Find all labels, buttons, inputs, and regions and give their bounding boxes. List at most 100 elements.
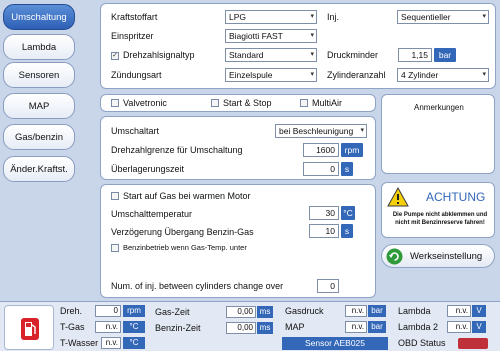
ueberlagerung-unit: s [341, 162, 353, 176]
zylinder-value: 4 Zylinder [401, 70, 439, 80]
tgas-unit: °C [123, 321, 145, 333]
einspritzer-label: Einspritzer [111, 31, 154, 41]
benzinzeit-label: Benzin-Zeit [155, 323, 201, 333]
kraftstoffart-select[interactable]: LPG ▾ [225, 10, 317, 24]
twasser-label: T-Wasser [60, 338, 99, 348]
sidebar-item-label: MAP [28, 100, 50, 112]
inj-select[interactable]: Sequentieller ▾ [397, 10, 489, 24]
lambda2-unit: V [472, 321, 486, 333]
sidebar-item-gas-benzin[interactable]: Gas/benzin [3, 124, 75, 150]
obd-label: OBD Status [398, 338, 446, 348]
benzinzeit-value: 0,00 [226, 322, 256, 334]
einspritzer-value: Biagiotti FAST [229, 31, 283, 41]
verzoegerung-value[interactable]: 10 [309, 224, 339, 238]
umschalttemperatur-unit: °C [341, 206, 355, 220]
dreh-unit: rpm [123, 305, 145, 317]
valvetronic-checkbox[interactable] [111, 99, 119, 107]
valvetronic-label: Valvetronic [123, 98, 167, 108]
druckminder-unit: bar [434, 48, 456, 62]
inj-value: Sequentieller [401, 12, 451, 22]
gaszeit-label: Gas-Zeit [155, 307, 190, 317]
umschaltart-select[interactable]: bei Beschleunigung ▾ [275, 124, 367, 138]
benzin-checkbox[interactable] [111, 244, 119, 252]
drehzahl-label: Drehzahlsignaltyp [123, 50, 195, 60]
lambda-value: n.v. [447, 305, 471, 317]
umschalttemperatur-value[interactable]: 30 [309, 206, 339, 220]
verzoegerung-unit: s [341, 224, 353, 238]
chevron-down-icon: ▾ [482, 13, 486, 20]
achtung-text: Die Pumpe nicht abklemmen und nicht mit … [392, 212, 488, 226]
inj-change-value[interactable]: 0 [317, 279, 339, 293]
sidebar-item-label: Änder.Kraftst. [10, 163, 68, 175]
general-settings-panel: Kraftstoffart LPG ▾ Inj. Sequentieller ▾ E… [100, 3, 496, 89]
werkseinstellung-label: Werkseinstellung [410, 251, 483, 262]
startstop-checkbox[interactable] [211, 99, 219, 107]
map-unit: bar [368, 321, 386, 333]
sidebar-item-label: Sensoren [18, 69, 60, 81]
gasdruck-value: n.v. [345, 305, 367, 317]
chevron-down-icon: ▾ [310, 51, 314, 58]
zylinder-select[interactable]: 4 Zylinder ▾ [397, 68, 489, 82]
chevron-down-icon: ▾ [310, 32, 314, 39]
gaszeit-unit: ms [257, 306, 273, 318]
sidebar-item-aender-kraftst[interactable]: Änder.Kraftst. [3, 156, 75, 182]
lambda2-label: Lambda 2 [398, 322, 439, 332]
achtung-panel: ACHTUNG Die Pumpe nicht abklemmen und ni… [381, 182, 495, 238]
lambda2-value: n.v. [447, 321, 471, 333]
chevron-down-icon: ▾ [310, 71, 314, 78]
sidebar-item-map[interactable]: MAP [3, 93, 75, 119]
sensor-label: Sensor AEB025 [282, 337, 388, 350]
twasser-value: n.v. [101, 337, 121, 349]
umschaltart-value: bei Beschleunigung [279, 126, 354, 136]
benzin-label: Benzinbetrieb wenn Gas-Temp. unter [123, 243, 247, 252]
options-panel: Valvetronic Start & Stop MultiAir [100, 94, 376, 112]
multiair-checkbox[interactable] [300, 99, 308, 107]
achtung-title: ACHTUNG [426, 190, 486, 204]
zuendungsart-label: Zündungsart [111, 70, 162, 80]
chevron-down-icon: ▾ [360, 127, 364, 134]
map-label: MAP [285, 322, 305, 332]
verzoegerung-label: Verzögerung Übergang Benzin-Gas [111, 227, 254, 237]
anmerkungen-panel[interactable]: Anmerkungen [381, 94, 495, 174]
sidebar-item-lambda[interactable]: Lambda [3, 34, 75, 60]
tgas-label: T-Gas [60, 322, 85, 332]
zylinder-label: Zylinderanzahl [327, 70, 386, 80]
benzinzeit-unit: ms [257, 322, 273, 334]
multiair-label: MultiAir [312, 98, 343, 108]
ueberlagerung-value[interactable]: 0 [303, 162, 339, 176]
drehzahlgrenze-value[interactable]: 1600 [303, 143, 339, 157]
chevron-down-icon: ▾ [310, 13, 314, 20]
warm-start-panel: Start auf Gas bei warmen Motor Umschaltt… [100, 184, 376, 298]
drehzahlgrenze-label: Drehzahlgrenze für Umschaltung [111, 145, 243, 155]
inj-label: Inj. [327, 12, 340, 22]
tgas-value: n.v. [95, 321, 121, 333]
sidebar-item-umschaltung[interactable]: Umschaltung [3, 4, 75, 30]
refresh-icon [386, 248, 403, 265]
druckminder-value[interactable]: 1,15 [398, 48, 432, 62]
start-warm-checkbox[interactable] [111, 192, 119, 200]
sidebar-item-sensoren[interactable]: Sensoren [3, 62, 75, 88]
sidebar-item-label: Lambda [21, 41, 57, 53]
werkseinstellung-button[interactable]: Werkseinstellung [381, 244, 495, 268]
lambda-label: Lambda [398, 306, 431, 316]
umschaltart-panel: Umschaltart bei Beschleunigung ▾ Drehzahl… [100, 116, 376, 180]
map-value: n.v. [345, 321, 367, 333]
twasser-unit: °C [123, 337, 145, 349]
drehzahlgrenze-unit: rpm [341, 143, 363, 157]
anmerkungen-title: Anmerkungen [414, 103, 464, 112]
dreh-label: Dreh. [60, 306, 83, 316]
drehzahl-checkbox[interactable]: ✓ [111, 52, 119, 60]
kraftstoffart-label: Kraftstoffart [111, 12, 158, 22]
fuel-pump-icon [21, 318, 39, 340]
einspritzer-select[interactable]: Biagiotti FAST ▾ [225, 29, 317, 43]
zuendungsart-select[interactable]: Einzelspule ▾ [225, 68, 317, 82]
zuendungsart-value: Einzelspule [229, 70, 273, 80]
drehzahl-select[interactable]: Standard ▾ [225, 48, 317, 62]
startstop-label: Start & Stop [223, 98, 272, 108]
dreh-value: 0 [95, 305, 121, 317]
sidebar-item-label: Umschaltung [11, 11, 67, 23]
inj-change-label: Num. of inj. between cylinders change ov… [111, 281, 284, 291]
kraftstoffart-value: LPG [229, 12, 247, 22]
umschalttemperatur-label: Umschalttemperatur [111, 209, 193, 219]
gasdruck-unit: bar [368, 305, 386, 317]
